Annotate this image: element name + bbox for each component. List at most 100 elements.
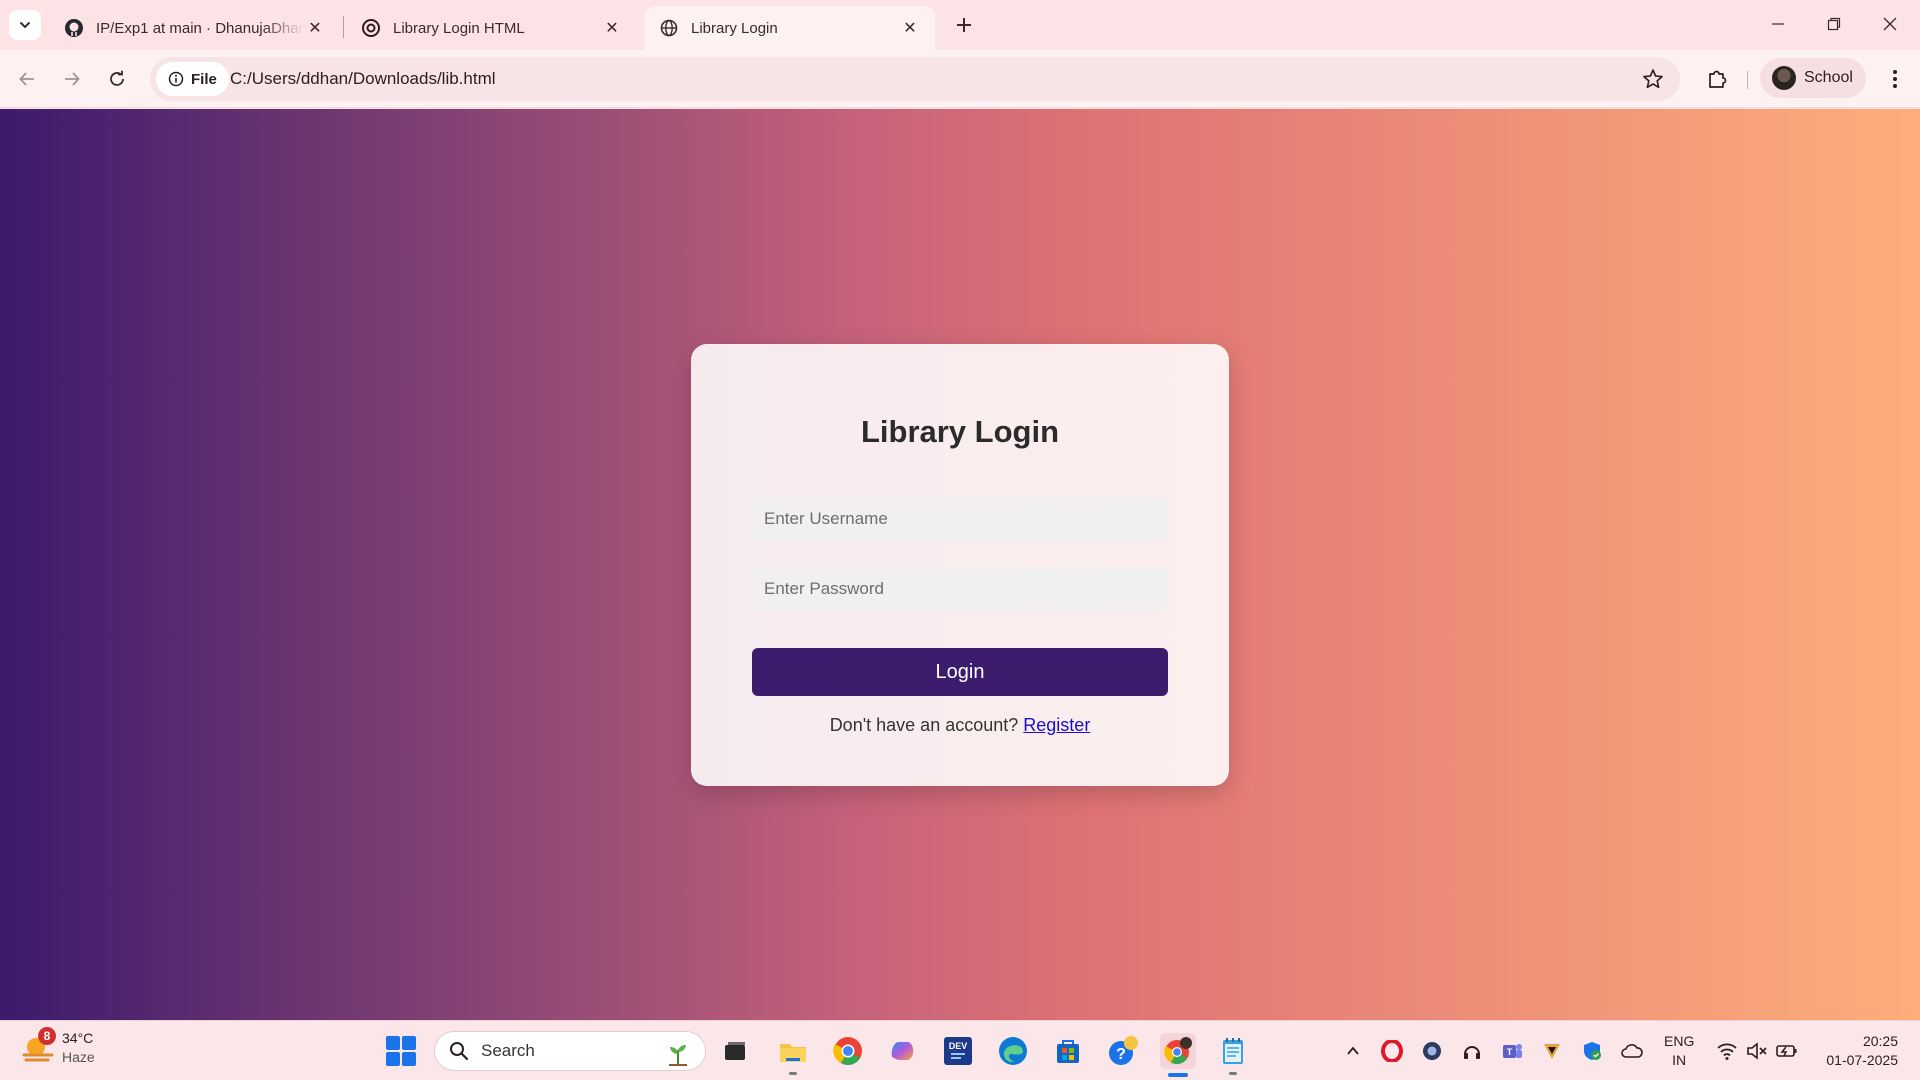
address-bar[interactable]: File C:/Users/ddhan/Downloads/lib.html bbox=[150, 57, 1680, 101]
windows-logo-icon bbox=[386, 1036, 400, 1050]
taskbar: 8 34°C Haze Search DEV ? T ENG IN 20:25 … bbox=[0, 1020, 1920, 1080]
chrome-app[interactable] bbox=[830, 1033, 866, 1069]
reload-button[interactable] bbox=[100, 62, 134, 96]
bookmark-star-icon[interactable] bbox=[1642, 68, 1664, 90]
minimize-icon bbox=[1772, 23, 1784, 25]
tab-library-login-html[interactable]: Library Login HTML ✕ bbox=[347, 6, 637, 50]
restore-button[interactable] bbox=[1806, 6, 1862, 42]
task-view-button[interactable] bbox=[717, 1033, 753, 1069]
puzzle-icon bbox=[1709, 70, 1727, 88]
edge-icon bbox=[999, 1037, 1027, 1065]
volume-tray[interactable] bbox=[1745, 1039, 1769, 1063]
running-indicator bbox=[1229, 1072, 1237, 1075]
language-code: ENG bbox=[1664, 1033, 1695, 1049]
headset-icon bbox=[1464, 1046, 1480, 1059]
minimize-button[interactable] bbox=[1750, 6, 1806, 42]
password-input[interactable] bbox=[752, 567, 1168, 611]
obs-tray[interactable] bbox=[1420, 1039, 1444, 1063]
sync-tray[interactable] bbox=[1460, 1039, 1484, 1063]
restore-icon bbox=[1827, 17, 1841, 31]
tab-title: Library Login HTML bbox=[393, 19, 525, 37]
region-code: IN bbox=[1672, 1052, 1687, 1068]
login-button[interactable]: Login bbox=[752, 648, 1168, 696]
start-button[interactable] bbox=[386, 1036, 416, 1066]
register-prompt: Don't have an account? Register bbox=[691, 715, 1229, 736]
forward-button[interactable] bbox=[55, 62, 89, 96]
folder-icon bbox=[780, 1044, 806, 1062]
notification-badge: 8 bbox=[38, 1027, 56, 1045]
weather-text: 34°C Haze bbox=[62, 1029, 95, 1067]
new-tab-button[interactable] bbox=[950, 11, 978, 39]
plus-icon bbox=[957, 18, 971, 32]
onedrive-tray[interactable] bbox=[1620, 1039, 1644, 1063]
site-info-chip[interactable]: File bbox=[156, 62, 229, 96]
cloud-icon bbox=[1621, 1044, 1643, 1058]
profile-label: School bbox=[1804, 69, 1853, 86]
chevron-up-icon bbox=[1347, 1046, 1359, 1055]
svg-text:DEV: DEV bbox=[949, 1041, 968, 1051]
tab-search-button[interactable] bbox=[9, 10, 41, 40]
browser-menu-button[interactable] bbox=[1880, 62, 1910, 96]
notepad-icon bbox=[1223, 1038, 1243, 1064]
close-window-button[interactable] bbox=[1862, 6, 1918, 42]
edge-app[interactable] bbox=[995, 1033, 1031, 1069]
vpn-tray[interactable] bbox=[1540, 1039, 1564, 1063]
windows-logo-tile bbox=[402, 1052, 416, 1066]
teams-icon: T bbox=[1503, 1044, 1522, 1058]
opera-tray[interactable] bbox=[1380, 1039, 1404, 1063]
toolbar-divider bbox=[1747, 71, 1748, 89]
weather-sun-icon: 8 bbox=[22, 1027, 56, 1063]
search-icon bbox=[450, 1042, 469, 1061]
site-chip-label: File bbox=[191, 70, 217, 88]
openai-icon bbox=[361, 18, 381, 38]
language-indicator[interactable]: ENG IN bbox=[1664, 1032, 1694, 1070]
plant-icon bbox=[669, 1045, 687, 1066]
tab-strip: IP/Exp1 at main · DhanujaDhanush ✕ Libra… bbox=[0, 0, 1920, 50]
close-icon[interactable]: ✕ bbox=[601, 17, 623, 39]
close-icon[interactable]: ✕ bbox=[304, 17, 326, 39]
profile-button[interactable]: School bbox=[1760, 58, 1866, 98]
teams-tray[interactable]: T bbox=[1500, 1039, 1524, 1063]
battery-tray[interactable] bbox=[1775, 1039, 1799, 1063]
taskbar-search[interactable]: Search bbox=[434, 1031, 706, 1071]
browser-toolbar: File C:/Users/ddhan/Downloads/lib.html S… bbox=[0, 50, 1920, 108]
store-icon bbox=[1057, 1040, 1079, 1063]
close-icon[interactable]: ✕ bbox=[899, 17, 921, 39]
system-clock[interactable]: 20:25 01-07-2025 bbox=[1818, 1032, 1898, 1070]
url-text[interactable]: C:/Users/ddhan/Downloads/lib.html bbox=[230, 69, 496, 89]
copilot-app[interactable] bbox=[885, 1033, 921, 1069]
running-indicator bbox=[789, 1072, 797, 1075]
weather-widget[interactable]: 8 34°C Haze bbox=[22, 1027, 95, 1067]
active-app-indicator bbox=[1168, 1073, 1188, 1077]
task-view-icon bbox=[725, 1042, 745, 1060]
register-prompt-text: Don't have an account? bbox=[829, 715, 1019, 735]
show-hidden-icons-button[interactable] bbox=[1341, 1039, 1365, 1063]
battery-charging-icon bbox=[1776, 1045, 1797, 1057]
wifi-icon bbox=[1717, 1043, 1737, 1060]
login-card: Library Login Login Don't have an accoun… bbox=[691, 344, 1229, 786]
copilot-icon bbox=[891, 1042, 914, 1060]
help-icon: ? bbox=[1109, 1036, 1138, 1065]
github-icon bbox=[64, 18, 84, 38]
back-button[interactable] bbox=[10, 62, 44, 96]
dev-home-app[interactable]: DEV bbox=[940, 1033, 976, 1069]
file-explorer-app[interactable] bbox=[775, 1033, 811, 1075]
notepad-app[interactable] bbox=[1215, 1033, 1251, 1075]
record-icon bbox=[1423, 1042, 1441, 1060]
page-viewport: Library Login Login Don't have an accoun… bbox=[0, 109, 1920, 1020]
close-icon bbox=[1883, 17, 1897, 31]
tab-github[interactable]: IP/Exp1 at main · DhanujaDhanush ✕ bbox=[50, 6, 340, 50]
vee-icon bbox=[1544, 1044, 1560, 1059]
tab-library-login[interactable]: Library Login ✕ bbox=[645, 6, 935, 50]
chrome-profile-app[interactable] bbox=[1160, 1033, 1196, 1077]
windows-logo-tile bbox=[402, 1036, 416, 1050]
security-tray[interactable] bbox=[1580, 1039, 1604, 1063]
extensions-button[interactable] bbox=[1700, 62, 1734, 96]
register-link[interactable]: Register bbox=[1023, 715, 1090, 735]
get-help-app[interactable]: ? bbox=[1105, 1033, 1141, 1069]
info-icon bbox=[168, 71, 184, 87]
chrome-profile-icon bbox=[1164, 1037, 1192, 1065]
username-input[interactable] bbox=[752, 497, 1168, 541]
microsoft-store-app[interactable] bbox=[1050, 1033, 1086, 1069]
wifi-tray[interactable] bbox=[1715, 1039, 1739, 1063]
